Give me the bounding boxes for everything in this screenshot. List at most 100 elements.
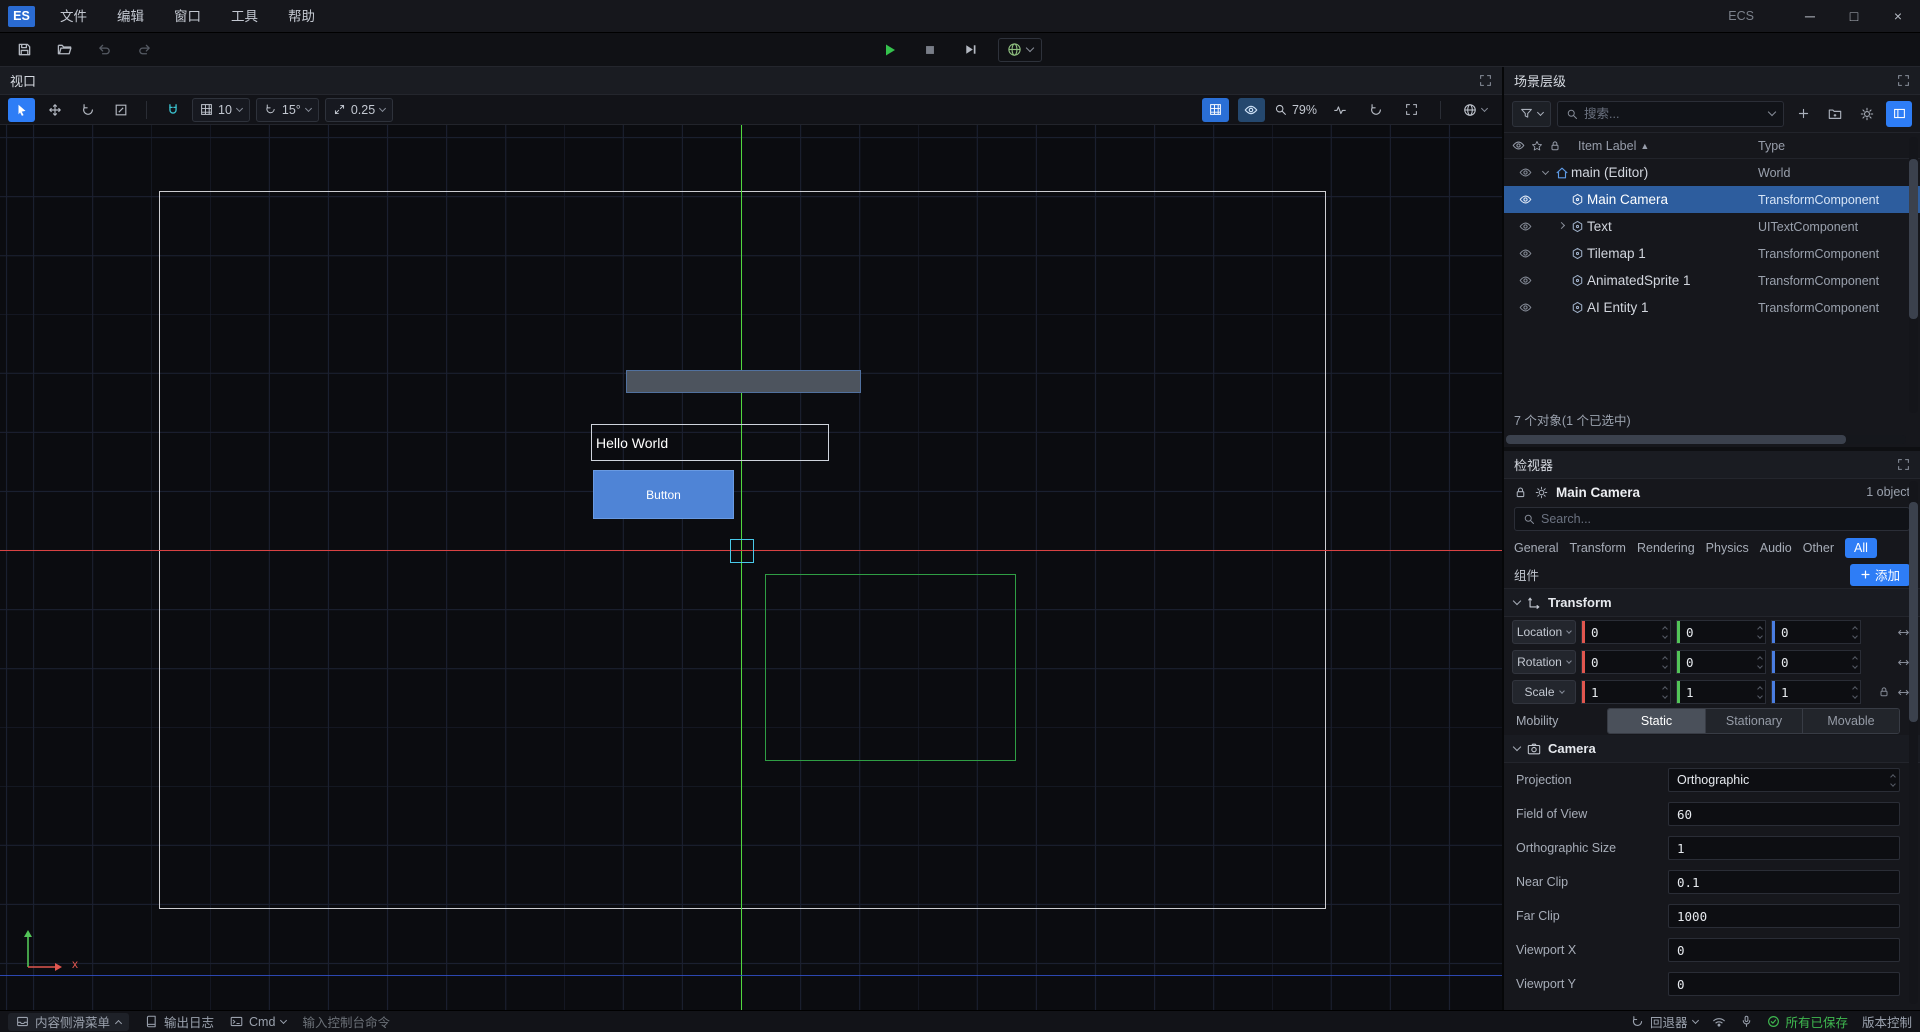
expand-panel-icon[interactable] (1479, 74, 1492, 87)
move-tool-button[interactable] (41, 98, 68, 122)
redo-button[interactable] (132, 38, 156, 62)
stop-button[interactable] (918, 38, 942, 62)
select-tool-button[interactable] (8, 98, 35, 122)
play-button[interactable] (878, 38, 902, 62)
hierarchy-row-animatedsprite-1[interactable]: AnimatedSprite 1 TransformComponent (1504, 267, 1920, 294)
item-label-column-header[interactable]: Item Label▲ (1578, 139, 1649, 153)
favorite-column-icon[interactable] (1531, 140, 1543, 152)
open-project-button[interactable] (52, 38, 76, 62)
rotation-dropdown[interactable]: Rotation (1512, 650, 1576, 674)
menu-file[interactable]: 文件 (45, 0, 102, 33)
save-button[interactable] (12, 38, 36, 62)
mobility-static-button[interactable]: Static (1608, 709, 1705, 733)
zoom-control[interactable]: 79% (1274, 103, 1317, 117)
inspector-search[interactable] (1514, 507, 1910, 531)
filter-dropdown[interactable] (1512, 101, 1551, 127)
hierarchy-search-input[interactable] (1584, 107, 1763, 121)
mobility-stationary-button[interactable]: Stationary (1705, 709, 1802, 733)
rotate-tool-button[interactable] (74, 98, 101, 122)
scale-y-input[interactable]: 1 (1676, 680, 1766, 704)
spinner-icon[interactable] (1663, 651, 1667, 673)
ui-button-object[interactable]: Button (593, 470, 734, 519)
orthographic-size-input[interactable]: 1 (1668, 836, 1900, 860)
tab-other[interactable]: Other (1803, 541, 1834, 555)
spinner-icon[interactable] (1853, 651, 1857, 673)
maximize-button[interactable]: □ (1832, 0, 1876, 33)
eye-icon[interactable] (1512, 247, 1538, 260)
lock-icon[interactable] (1514, 486, 1527, 499)
output-log-button[interactable]: 输出日志 (145, 1012, 214, 1031)
tab-rendering[interactable]: Rendering (1637, 541, 1695, 555)
menu-edit[interactable]: 编辑 (102, 0, 159, 33)
spinner-icon[interactable] (1758, 681, 1762, 703)
tilemap-sprite-object[interactable] (626, 370, 861, 393)
hierarchy-search[interactable] (1557, 101, 1784, 127)
eye-icon[interactable] (1512, 274, 1538, 287)
tab-audio[interactable]: Audio (1760, 541, 1792, 555)
rotation-y-input[interactable]: 0 (1676, 650, 1766, 674)
snap-toggle-button[interactable] (159, 98, 186, 122)
viewport-y-input[interactable]: 0 (1668, 972, 1900, 996)
eye-icon[interactable] (1512, 193, 1538, 206)
stats-button[interactable] (1326, 98, 1353, 122)
close-button[interactable]: × (1876, 0, 1920, 33)
projection-select[interactable]: Orthographic (1668, 768, 1900, 792)
scale-x-input[interactable]: 1 (1581, 680, 1671, 704)
spinner-icon[interactable] (1853, 681, 1857, 703)
eye-icon[interactable] (1512, 220, 1538, 233)
lock-column-icon[interactable] (1549, 140, 1561, 152)
version-control-button[interactable]: 版本控制 (1862, 1012, 1912, 1031)
mic-icon[interactable] (1740, 1015, 1753, 1028)
add-entity-button[interactable] (1790, 101, 1816, 127)
field-of-view-input[interactable]: 60 (1668, 802, 1900, 826)
inspector-vertical-scrollbar[interactable] (1909, 481, 1918, 1004)
network-icon[interactable] (1712, 1015, 1726, 1029)
viewport-x-input[interactable]: 0 (1668, 938, 1900, 962)
location-y-input[interactable]: 0 (1676, 620, 1766, 644)
history-dropdown[interactable]: 回退器 (1631, 1012, 1699, 1031)
location-z-input[interactable]: 0 (1771, 620, 1861, 644)
far-clip-input[interactable]: 1000 (1668, 904, 1900, 928)
add-folder-button[interactable] (1822, 101, 1848, 127)
type-column-header[interactable]: Type (1758, 139, 1785, 153)
selection-gizmo-box[interactable] (730, 539, 754, 563)
menu-window[interactable]: 窗口 (159, 0, 216, 33)
eye-icon[interactable] (1512, 166, 1538, 179)
add-component-button[interactable]: 添加 (1850, 564, 1910, 586)
minimize-button[interactable]: ─ (1788, 0, 1832, 33)
spinner-icon[interactable] (1663, 681, 1667, 703)
view-mode-dropdown[interactable] (1456, 98, 1494, 122)
angle-snap-dropdown[interactable]: 15° (256, 98, 319, 122)
hierarchy-horizontal-scrollbar[interactable] (1506, 435, 1906, 444)
mobility-movable-button[interactable]: Movable (1802, 709, 1899, 733)
hierarchy-row-ai-entity-1[interactable]: AI Entity 1 TransformComponent (1504, 294, 1920, 321)
location-x-input[interactable]: 0 (1581, 620, 1671, 644)
viewport-canvas[interactable]: Hello World Button x (0, 125, 1502, 1010)
location-dropdown[interactable]: Location (1512, 620, 1576, 644)
spinner-icon[interactable] (1758, 621, 1762, 643)
spinner-icon[interactable] (1853, 621, 1857, 643)
step-button[interactable] (958, 38, 982, 62)
scale-z-input[interactable]: 1 (1771, 680, 1861, 704)
transform-section-header[interactable]: Transform (1504, 589, 1920, 617)
reset-view-button[interactable] (1362, 98, 1389, 122)
visibility-toggle-button[interactable] (1238, 98, 1265, 122)
menu-help[interactable]: 帮助 (273, 0, 330, 33)
expand-panel-icon[interactable] (1897, 74, 1910, 87)
lock-scale-icon[interactable] (1878, 686, 1890, 698)
tab-physics[interactable]: Physics (1706, 541, 1749, 555)
spinner-icon[interactable] (1663, 621, 1667, 643)
scale-snap-dropdown[interactable]: 0.25 (325, 98, 393, 122)
visibility-column-icon[interactable] (1512, 139, 1525, 152)
fullscreen-button[interactable] (1398, 98, 1425, 122)
menu-tools[interactable]: 工具 (216, 0, 273, 33)
expand-panel-icon[interactable] (1897, 458, 1910, 471)
expand-chevron-icon[interactable] (1554, 226, 1568, 228)
rect-edit-tool-button[interactable] (107, 98, 134, 122)
hierarchy-vertical-scrollbar[interactable] (1909, 137, 1918, 413)
rotation-z-input[interactable]: 0 (1771, 650, 1861, 674)
near-clip-input[interactable]: 0.1 (1668, 870, 1900, 894)
grid-snap-dropdown[interactable]: 10 (192, 98, 250, 122)
cmd-dropdown[interactable]: Cmd (230, 1015, 286, 1029)
content-drawer-button[interactable]: 内容侧滑菜单 (8, 1013, 129, 1031)
